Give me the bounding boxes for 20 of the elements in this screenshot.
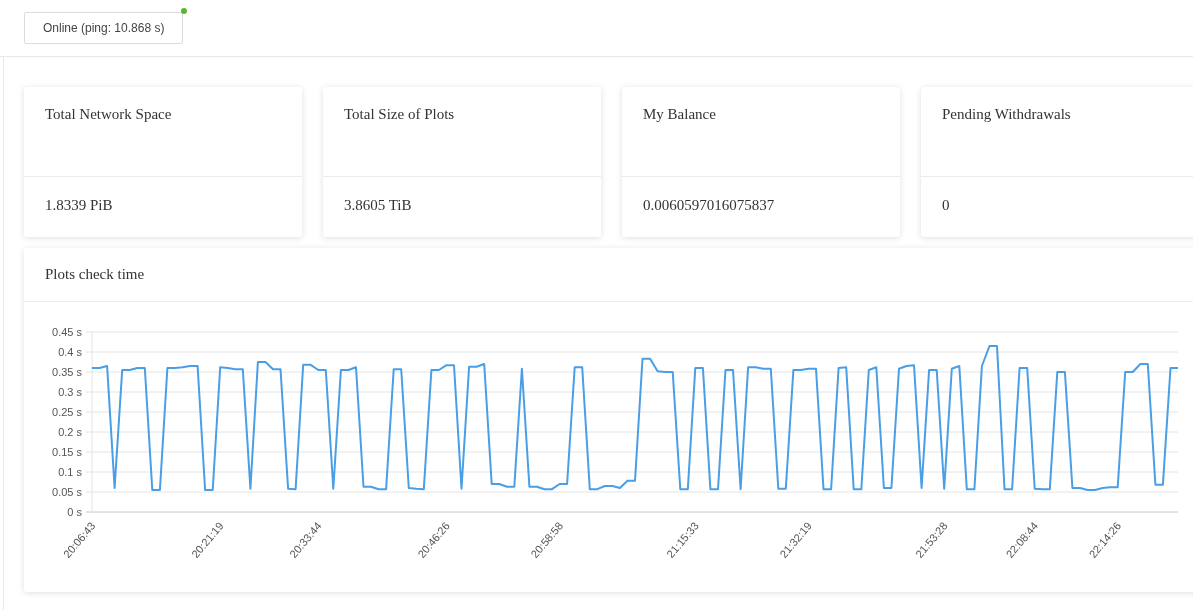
- y-axis-label: 0.3 s: [58, 386, 82, 398]
- stat-value: 1.8339 PiB: [45, 197, 113, 213]
- stat-title: Pending Withdrawals: [942, 106, 1071, 122]
- stat-title: My Balance: [643, 106, 716, 122]
- stat-value: 0.0060597016075837: [643, 197, 775, 213]
- chart-title: Plots check time: [45, 266, 145, 282]
- y-axis-label: 0.25 s: [52, 406, 82, 418]
- stat-title: Total Size of Plots: [344, 106, 455, 122]
- stat-value: 3.8605 TiB: [344, 197, 412, 213]
- y-axis-label: 0.35 s: [52, 366, 82, 378]
- y-axis-label: 0.4 s: [58, 346, 82, 358]
- y-axis-label: 0.2 s: [58, 426, 82, 438]
- y-axis-label: 0.15 s: [52, 446, 82, 458]
- y-axis-label: 0.05 s: [52, 486, 82, 498]
- status-button[interactable]: Online (ping: 10.868 s): [24, 12, 184, 44]
- y-axis-label: 0.45 s: [52, 326, 82, 338]
- stat-value: 0: [942, 197, 950, 213]
- y-axis-label: 0.1 s: [58, 466, 82, 478]
- stat-title: Total Network Space: [45, 106, 172, 122]
- y-axis-label: 0 s: [67, 506, 82, 518]
